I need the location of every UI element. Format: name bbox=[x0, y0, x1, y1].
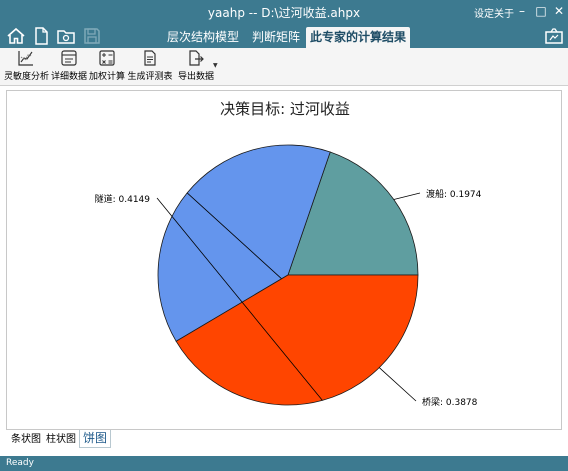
sensitivity-analysis-label: 灵敏度分析 bbox=[4, 72, 50, 82]
chart-panel: 决策目标: 过河收益 渡船: 0.1974 桥梁: 0.3878 隧道: 0.414… bbox=[6, 90, 562, 430]
tab-expert-results[interactable]: 此专家的计算结果 bbox=[306, 27, 410, 48]
sensitivity-analysis-button[interactable]: 灵敏度分析 bbox=[4, 49, 50, 85]
pie-leader-line-1 bbox=[393, 192, 421, 200]
pie-label-1: 渡船: 0.1974 bbox=[426, 188, 482, 200]
tab-hierarchy-model[interactable]: 层次结构模型 bbox=[163, 27, 243, 48]
weighted-calc-icon bbox=[99, 50, 115, 66]
tab-column-chart[interactable]: 柱状图 bbox=[46, 431, 76, 448]
generate-survey-label: 生成评测表 bbox=[127, 72, 173, 82]
pie-label-3: 隧道: 0.4149 bbox=[95, 193, 151, 205]
save-icon[interactable] bbox=[82, 26, 102, 46]
detail-data-button[interactable]: 详细数据 bbox=[50, 49, 88, 85]
weighted-calc-button[interactable]: 加权计算 bbox=[88, 49, 126, 85]
export-data-label: 导出数据 bbox=[177, 72, 214, 82]
generate-survey-icon bbox=[144, 50, 156, 66]
home-icon[interactable] bbox=[6, 26, 26, 46]
chart-type-tabs: 条状图 柱状图 饼图 bbox=[6, 430, 562, 448]
close-icon[interactable]: ✕ bbox=[551, 3, 567, 19]
generate-survey-button[interactable]: 生成评测表 bbox=[126, 49, 174, 85]
minimize-icon[interactable]: – bbox=[514, 3, 530, 19]
sensitivity-chart-icon bbox=[18, 51, 33, 66]
tab-pie-chart[interactable]: 饼图 bbox=[79, 430, 112, 448]
export-data-button[interactable]: 导出数据 bbox=[176, 49, 216, 85]
detail-data-icon bbox=[61, 50, 77, 66]
pie-chart: 渡船: 0.1974 桥梁: 0.3878 隧道: 0.4149 bbox=[95, 144, 482, 408]
menu-about[interactable]: 关于 bbox=[494, 5, 514, 20]
new-file-icon[interactable] bbox=[31, 26, 51, 46]
pie-label-2: 桥梁: 0.3878 bbox=[422, 396, 478, 408]
menu-settings[interactable]: 设定 bbox=[474, 5, 494, 20]
export-dropdown-icon[interactable]: ▼ bbox=[213, 62, 218, 69]
tab-judgment-matrix[interactable]: 判断矩阵 bbox=[248, 27, 304, 48]
nav-bar: 层次结构模型 判断矩阵 此专家的计算结果 bbox=[0, 24, 568, 48]
title-bar: yaahp -- D:\过河收益.ahpx 设定 关于 – □ ✕ bbox=[0, 0, 568, 24]
detail-data-label: 详细数据 bbox=[50, 72, 87, 82]
weighted-calc-label: 加权计算 bbox=[88, 72, 125, 82]
screenshot-icon[interactable] bbox=[544, 26, 564, 46]
open-folder-icon[interactable] bbox=[56, 26, 76, 46]
export-data-icon bbox=[189, 50, 204, 66]
tab-bar-chart[interactable]: 条状图 bbox=[11, 431, 41, 448]
maximize-icon[interactable]: □ bbox=[533, 3, 549, 19]
ribbon-toolbar: 灵敏度分析 详细数据 加权计算 生成评测表 导出数据 bbox=[0, 48, 568, 86]
status-bar: Ready bbox=[0, 456, 568, 471]
